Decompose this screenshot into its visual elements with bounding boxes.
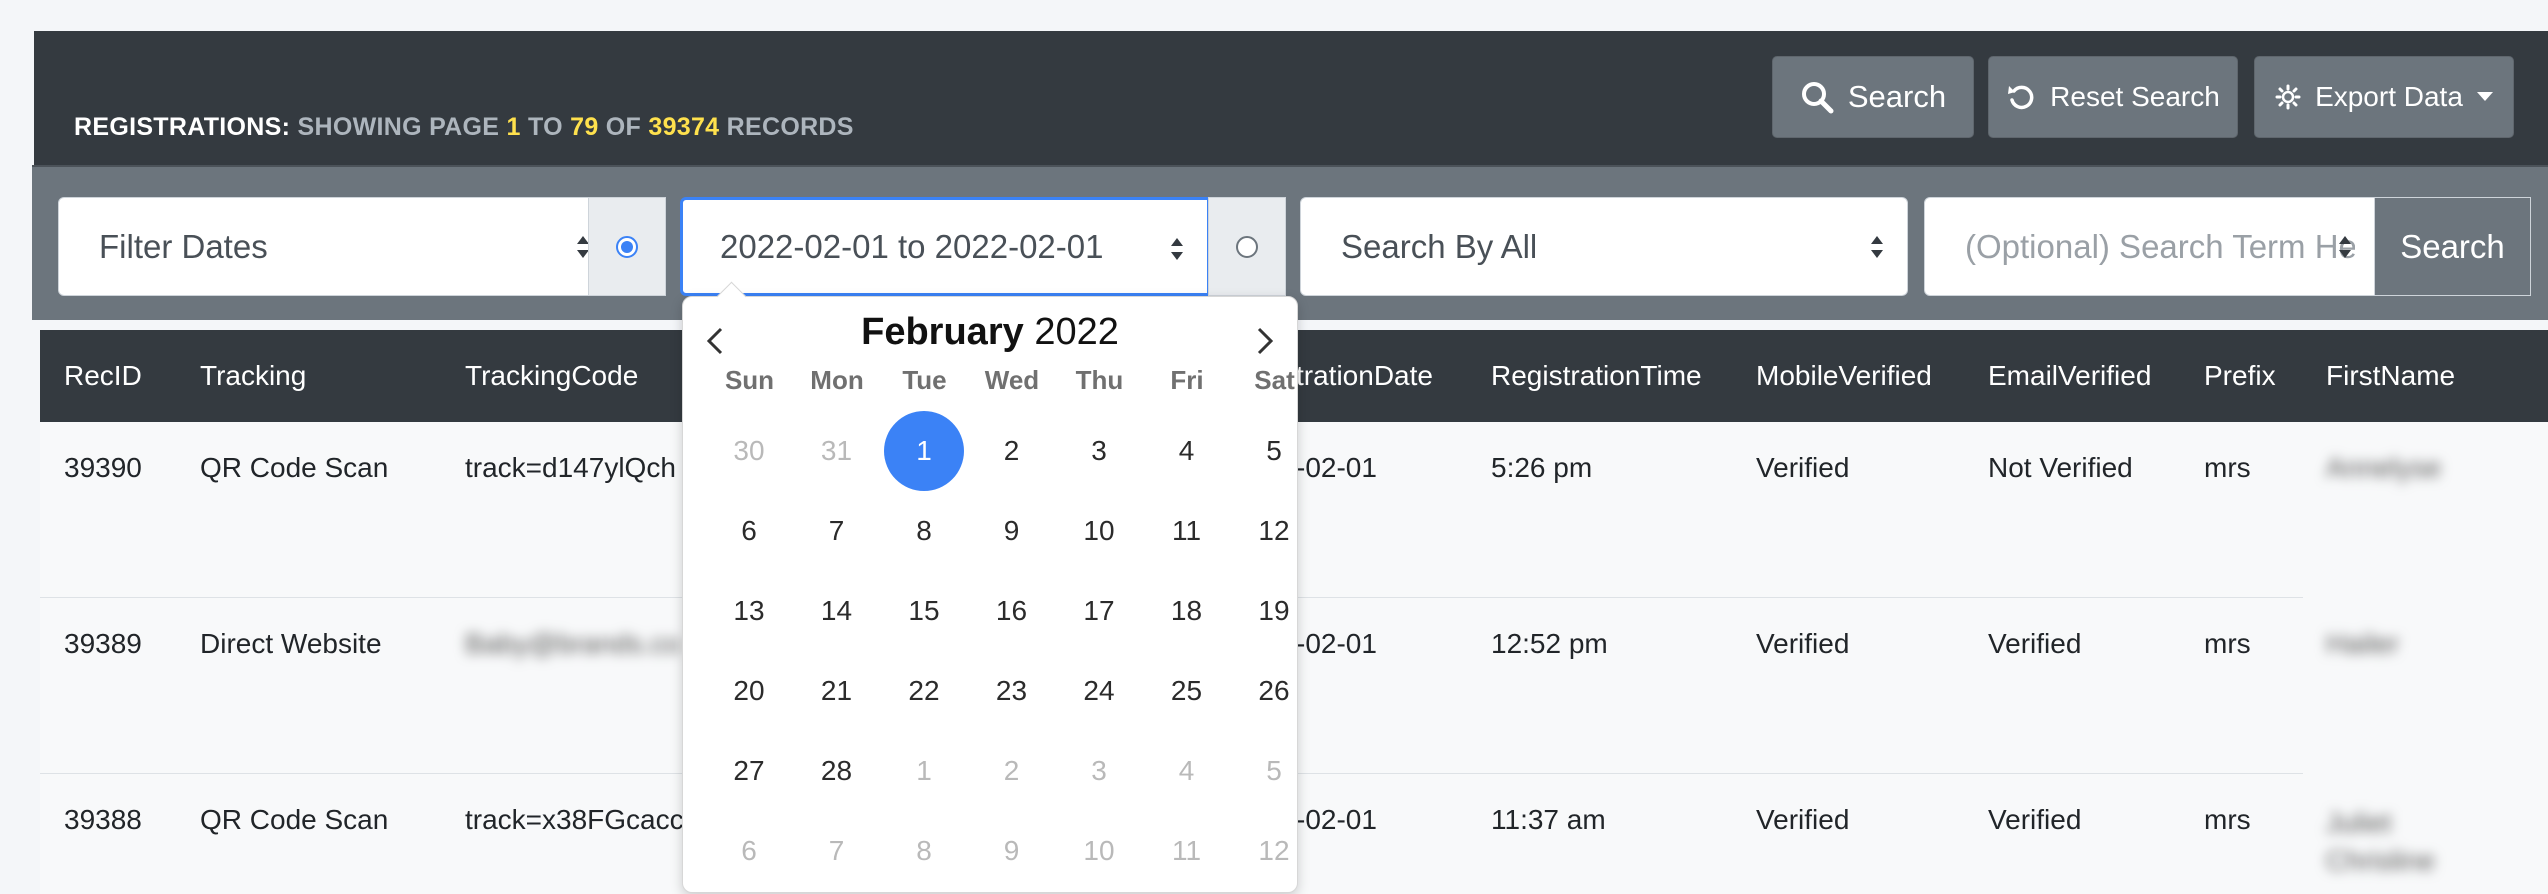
weekday-label: Mon [810, 365, 864, 395]
gear-icon [2275, 84, 2301, 110]
calendar-day[interactable]: 6 [709, 811, 789, 891]
redacted-firstname: Juliet Chrisline [2326, 807, 2435, 876]
weekday-label: Sun [724, 365, 775, 395]
calendar-day[interactable]: 9 [972, 491, 1052, 571]
calendar-day[interactable]: 2 [972, 731, 1052, 811]
calendar-day[interactable]: 11 [1147, 811, 1227, 891]
caret-down-icon [2476, 92, 2493, 102]
calendar-day[interactable]: 25 [1147, 651, 1227, 731]
calendar-month-year: February 2022 [683, 311, 1297, 354]
calendar-day[interactable]: 30 [709, 411, 789, 491]
calendar-day[interactable]: 2 [972, 411, 1052, 491]
calendar-day[interactable]: 7 [797, 491, 877, 571]
weekday-label: Thu [1075, 365, 1124, 395]
calendar-day[interactable]: 20 [709, 651, 789, 731]
calendar-day[interactable]: 8 [884, 491, 964, 571]
calendar-day[interactable]: 4 [1147, 731, 1227, 811]
calendar-day[interactable]: 21 [797, 651, 877, 731]
calendar-day-selected[interactable]: 1 [884, 411, 964, 491]
calendar-day[interactable]: 16 [972, 571, 1052, 651]
calendar-day[interactable]: 5 [1234, 411, 1314, 491]
page-from: 1 [506, 113, 521, 141]
undo-icon [2006, 82, 2036, 112]
weekday-label: Sat [1254, 365, 1295, 395]
date-range-radio[interactable] [1208, 197, 1286, 296]
col-firstname[interactable]: FirstName [2326, 360, 2455, 392]
calendar-day[interactable]: 1 [884, 731, 964, 811]
calendar-day[interactable]: 13 [709, 571, 789, 651]
page-title: REGISTRATIONS: SHOWING PAGE 1 TO 79 OF 3… [74, 113, 854, 141]
export-data-button[interactable]: Export Data [2254, 56, 2514, 138]
weekday-label: Tue [902, 365, 947, 395]
calendar-day[interactable]: 19 [1234, 571, 1314, 651]
redacted-firstname: Annelyse [2326, 452, 2442, 483]
date-range-select[interactable]: 2022-02-01 to 2022-02-01 [680, 197, 1210, 296]
calendar-day[interactable]: 26 [1234, 651, 1314, 731]
col-recid[interactable]: RecID [64, 360, 142, 392]
page-to: 79 [570, 113, 599, 141]
reset-search-button[interactable]: Reset Search [1988, 56, 2238, 138]
weekday-label: Fri [1170, 365, 1204, 395]
calendar-day[interactable]: 15 [884, 571, 964, 651]
calendar-day[interactable]: 23 [972, 651, 1052, 731]
calendar-day[interactable]: 7 [797, 811, 877, 891]
calendar-month[interactable]: February [861, 311, 1024, 353]
calendar-day[interactable]: 18 [1147, 571, 1227, 651]
col-prefix[interactable]: Prefix [2204, 360, 2276, 392]
calendar-day[interactable]: 31 [797, 411, 877, 491]
total-records: 39374 [648, 113, 720, 141]
calendar-day[interactable]: 17 [1059, 571, 1139, 651]
calendar-day[interactable]: 28 [797, 731, 877, 811]
calendar-day[interactable]: 10 [1059, 811, 1139, 891]
col-tracking[interactable]: Tracking [200, 360, 306, 392]
calendar-day[interactable]: 12 [1234, 811, 1314, 891]
calendar-day[interactable]: 3 [1059, 731, 1139, 811]
redacted-trackingcode: Baby@brands.co [465, 628, 681, 659]
calendar-day[interactable]: 5 [1234, 731, 1314, 811]
search-by-select[interactable]: Search By All [1300, 197, 1908, 296]
calendar-day[interactable]: 4 [1147, 411, 1227, 491]
calendar-day[interactable]: 22 [884, 651, 964, 731]
calendar-day[interactable]: 14 [797, 571, 877, 651]
col-registrationtime[interactable]: RegistrationTime [1491, 360, 1702, 392]
select-arrows-icon [2339, 236, 2351, 258]
calendar-day[interactable]: 24 [1059, 651, 1139, 731]
calendar-day[interactable]: 10 [1059, 491, 1139, 571]
calendar-day[interactable]: 3 [1059, 411, 1139, 491]
calendar-day[interactable]: 11 [1147, 491, 1227, 571]
col-emailverified[interactable]: EmailVerified [1988, 360, 2151, 392]
date-picker-popup: February 2022 Sun Mon Tue Wed Thu Fri Sat 30 31… [682, 281, 1298, 893]
calendar-day[interactable]: 8 [884, 811, 964, 891]
filter-dates-radio[interactable] [588, 197, 666, 296]
weekday-label: Wed [984, 365, 1040, 395]
search-submit-button[interactable]: Search [2374, 197, 2531, 296]
select-arrows-icon [1871, 236, 1883, 258]
col-trackingcode[interactable]: TrackingCode [465, 360, 638, 392]
calendar-day[interactable]: 12 [1234, 491, 1314, 571]
header-search-button[interactable]: Search [1772, 56, 1974, 138]
search-icon [1800, 80, 1834, 114]
col-mobileverified[interactable]: MobileVerified [1756, 360, 1932, 392]
redacted-firstname: Hailer [2326, 628, 2400, 659]
calendar-day[interactable]: 6 [709, 491, 789, 571]
calendar-year[interactable]: 2022 [1034, 311, 1119, 353]
radio-unselected-icon [1236, 235, 1258, 258]
radio-selected-icon [616, 235, 638, 258]
calendar-day[interactable]: 27 [709, 731, 789, 811]
calendar-day[interactable]: 9 [972, 811, 1052, 891]
search-term-input[interactable]: (Optional) Search Term Here [1924, 197, 2376, 296]
filter-dates-select[interactable]: Filter Dates [58, 197, 614, 296]
select-arrows-icon [1171, 238, 1183, 260]
